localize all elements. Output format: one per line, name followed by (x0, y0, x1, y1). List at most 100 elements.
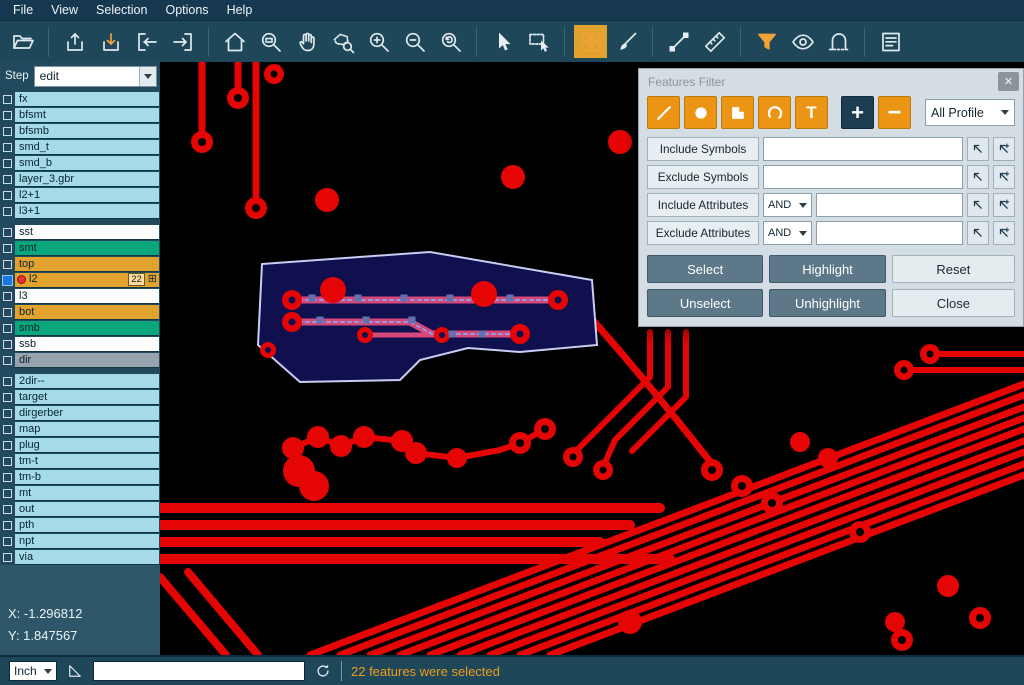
line-tool-button[interactable] (647, 96, 680, 129)
layer-label[interactable]: smt (15, 241, 159, 256)
exclude-attributes-input[interactable] (816, 221, 963, 245)
layer-checkbox[interactable] (3, 175, 12, 184)
unselect-button[interactable]: Unselect (647, 289, 763, 317)
layer-label[interactable]: layer_3.gbr (15, 172, 159, 187)
layer-label[interactable]: target (15, 390, 159, 405)
include-symbols-pick-add-button[interactable] (993, 137, 1015, 161)
layer-label[interactable]: 2dir-- (15, 374, 159, 389)
select-rectangle-button[interactable] (522, 25, 555, 58)
layer-row[interactable]: bot (0, 304, 160, 320)
units-dropdown[interactable]: Inch (9, 661, 57, 681)
layer-label[interactable]: map (15, 422, 159, 437)
select-button[interactable]: Select (647, 255, 763, 283)
layer-row[interactable]: top (0, 256, 160, 272)
layer-label[interactable]: bfsmb (15, 124, 159, 139)
measure-ruler-button[interactable] (698, 25, 731, 58)
command-input[interactable] (93, 661, 305, 681)
layer-checkbox[interactable] (3, 537, 12, 546)
layer-row[interactable]: plug (0, 437, 160, 453)
setsquare-icon[interactable] (66, 662, 84, 680)
include-symbols-input[interactable] (763, 137, 963, 161)
layer-label[interactable]: smb (15, 321, 159, 336)
close-button[interactable]: Close (892, 289, 1015, 317)
layer-row[interactable]: tm-b (0, 469, 160, 485)
include-attributes-pick-add-button[interactable] (993, 193, 1015, 217)
layer-label[interactable]: plug (15, 438, 159, 453)
layer-row[interactable]: sst (0, 224, 160, 240)
layer-checkbox[interactable] (3, 425, 12, 434)
layer-row[interactable]: smd_t (0, 139, 160, 155)
layer-label[interactable]: tm-t (15, 454, 159, 469)
layer-label[interactable]: dir (15, 353, 159, 368)
exclude-symbols-pick-button[interactable] (967, 165, 989, 189)
features-filter-button[interactable] (750, 25, 783, 58)
include-attributes-label[interactable]: Include Attributes (647, 193, 759, 217)
layer-checkbox[interactable] (3, 292, 12, 301)
layer-checkbox[interactable] (3, 521, 12, 530)
layer-row[interactable]: dirgerber (0, 405, 160, 421)
active-layer-indicator[interactable] (2, 275, 13, 286)
layer-label[interactable]: out (15, 502, 159, 517)
layer-checkbox[interactable] (3, 159, 12, 168)
layer-row[interactable]: bfsmb (0, 123, 160, 139)
layer-checkbox[interactable] (3, 228, 12, 237)
layer-label[interactable]: smd_b (15, 156, 159, 171)
menu-item-options[interactable]: Options (156, 3, 217, 17)
layer-label[interactable]: bfsmt (15, 108, 159, 123)
unhighlight-button[interactable]: Unhighlight (769, 289, 885, 317)
layer-checkbox[interactable] (3, 489, 12, 498)
layer-checkbox[interactable] (3, 505, 12, 514)
step-dropdown[interactable]: edit (34, 66, 157, 87)
zoom-reset-button[interactable] (434, 25, 467, 58)
layer-row[interactable]: tm-t (0, 453, 160, 469)
layer-checkbox[interactable] (3, 95, 12, 104)
layer-checkbox[interactable] (3, 553, 12, 562)
layer-row[interactable]: fx (0, 91, 160, 107)
dialog-close-icon[interactable]: ✕ (998, 72, 1019, 91)
remove-filter-button[interactable]: − (878, 96, 911, 129)
layer-checkbox[interactable] (3, 409, 12, 418)
layer-row[interactable]: smb (0, 320, 160, 336)
zoom-in-button[interactable] (362, 25, 395, 58)
reset-button[interactable]: Reset (892, 255, 1015, 283)
layer-checkbox[interactable] (3, 377, 12, 386)
home-view-button[interactable] (218, 25, 251, 58)
include-attributes-operator-dropdown[interactable]: AND (763, 193, 812, 217)
highlight-button[interactable]: Highlight (769, 255, 885, 283)
menu-item-selection[interactable]: Selection (87, 3, 156, 17)
include-symbols-pick-button[interactable] (967, 137, 989, 161)
menu-item-view[interactable]: View (42, 3, 87, 17)
layer-row[interactable]: l2+1 (0, 187, 160, 203)
layer-checkbox[interactable] (3, 127, 12, 136)
zoom-out-button[interactable] (398, 25, 431, 58)
layer-checkbox[interactable] (3, 441, 12, 450)
layer-row[interactable]: l3 (0, 288, 160, 304)
layer-label[interactable]: l2 22 ⊞ (15, 273, 159, 288)
layer-row[interactable]: bfsmt (0, 107, 160, 123)
layer-label[interactable]: bot (15, 305, 159, 320)
layer-row[interactable]: pth (0, 517, 160, 533)
include-symbols-label[interactable]: Include Symbols (647, 137, 759, 161)
view-eye-button[interactable] (786, 25, 819, 58)
layer-row[interactable]: ssb (0, 336, 160, 352)
layer-label[interactable]: l2+1 (15, 188, 159, 203)
layer-checkbox[interactable] (3, 393, 12, 402)
layer-row[interactable]: target (0, 389, 160, 405)
layer-checkbox[interactable] (3, 324, 12, 333)
exclude-symbols-label[interactable]: Exclude Symbols (647, 165, 759, 189)
refresh-icon[interactable] (314, 662, 332, 680)
layer-label[interactable]: fx (15, 92, 159, 107)
layer-row[interactable]: npt (0, 533, 160, 549)
layer-row[interactable]: mt (0, 485, 160, 501)
layer-checkbox[interactable] (3, 244, 12, 253)
export-out-button[interactable] (166, 25, 199, 58)
include-attributes-pick-button[interactable] (967, 193, 989, 217)
layer-checkbox[interactable] (3, 260, 12, 269)
layer-checkbox[interactable] (3, 143, 12, 152)
include-attributes-input[interactable] (816, 193, 963, 217)
layer-checkbox[interactable] (3, 308, 12, 317)
layer-checkbox[interactable] (3, 111, 12, 120)
layer-row[interactable]: l3+1 (0, 203, 160, 219)
save-step-down-button[interactable] (94, 25, 127, 58)
layer-row[interactable]: 2dir-- (0, 373, 160, 389)
